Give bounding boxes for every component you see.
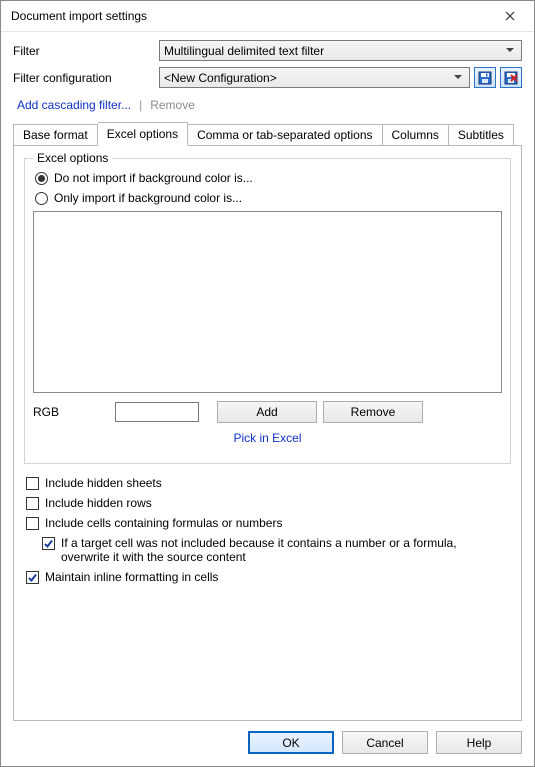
check-cells-formulas[interactable] <box>26 517 39 530</box>
check-hidden-rows-label: Include hidden rows <box>45 496 152 510</box>
save-config-button[interactable] <box>474 67 496 88</box>
pick-in-excel-link[interactable]: Pick in Excel <box>233 431 301 445</box>
filter-config-row: Filter configuration <New Configuration> <box>13 67 522 88</box>
close-button[interactable] <box>490 2 530 30</box>
radio-do-not-import-label: Do not import if background color is... <box>54 171 253 185</box>
excel-options-group: Excel options Do not import if backgroun… <box>24 158 511 464</box>
tab-page-excel-options: Excel options Do not import if backgroun… <box>13 146 522 721</box>
floppy-delete-icon <box>504 71 518 85</box>
chevron-down-icon <box>451 75 465 80</box>
filter-label: Filter <box>13 44 159 58</box>
check-hidden-rows-row[interactable]: Include hidden rows <box>26 496 511 510</box>
close-icon <box>505 11 515 21</box>
check-maintain-inline-row[interactable]: Maintain inline formatting in cells <box>26 570 511 584</box>
window-title: Document import settings <box>11 9 490 23</box>
check-cells-formulas-row[interactable]: Include cells containing formulas or num… <box>26 516 511 530</box>
floppy-save-icon <box>478 71 492 85</box>
tab-subtitles[interactable]: Subtitles <box>449 124 514 146</box>
dialog-footer: OK Cancel Help <box>1 721 534 766</box>
add-cascading-filter-link[interactable]: Add cascading filter... <box>17 98 131 112</box>
filter-config-select[interactable]: <New Configuration> <box>159 67 470 88</box>
radio-only-import-label: Only import if background color is... <box>54 191 242 205</box>
filter-config-label: Filter configuration <box>13 71 159 85</box>
check-hidden-sheets-row[interactable]: Include hidden sheets <box>26 476 511 490</box>
checkbox-block: Include hidden sheets Include hidden row… <box>24 474 511 590</box>
check-hidden-rows[interactable] <box>26 497 39 510</box>
help-button[interactable]: Help <box>436 731 522 754</box>
excel-options-group-title: Excel options <box>33 151 112 165</box>
check-maintain-inline[interactable] <box>26 571 39 584</box>
chevron-down-icon <box>503 48 517 53</box>
tab-excel-options[interactable]: Excel options <box>98 122 188 146</box>
radio-only-import-row[interactable]: Only import if background color is... <box>35 191 502 205</box>
check-hidden-sheets[interactable] <box>26 477 39 490</box>
rgb-input[interactable] <box>115 402 199 422</box>
tab-columns[interactable]: Columns <box>383 124 449 146</box>
filter-row: Filter Multilingual delimited text filte… <box>13 40 522 61</box>
tab-csv-options[interactable]: Comma or tab-separated options <box>188 124 382 146</box>
pick-in-excel-row: Pick in Excel <box>33 431 502 445</box>
radio-do-not-import-row[interactable]: Do not import if background color is... <box>35 171 502 185</box>
filter-select-value: Multilingual delimited text filter <box>164 44 503 58</box>
color-list[interactable] <box>33 211 502 393</box>
dialog-content: Filter Multilingual delimited text filte… <box>1 32 534 721</box>
filter-config-value: <New Configuration> <box>164 71 451 85</box>
dialog-window: Document import settings Filter Multilin… <box>0 0 535 767</box>
rgb-row: RGB Add Remove <box>33 401 502 423</box>
tab-strip: Base format Excel options Comma or tab-s… <box>13 122 522 146</box>
check-hidden-sheets-label: Include hidden sheets <box>45 476 162 490</box>
remove-filter-link: Remove <box>150 98 195 112</box>
check-overwrite-row[interactable]: If a target cell was not included becaus… <box>42 536 511 564</box>
rgb-label: RGB <box>33 405 109 419</box>
check-overwrite-label: If a target cell was not included becaus… <box>61 536 491 564</box>
delete-config-button[interactable] <box>500 67 522 88</box>
filter-links-row: Add cascading filter... | Remove <box>17 98 522 112</box>
radio-do-not-import[interactable] <box>35 172 48 185</box>
radio-only-import[interactable] <box>35 192 48 205</box>
check-maintain-inline-label: Maintain inline formatting in cells <box>45 570 218 584</box>
add-color-button[interactable]: Add <box>217 401 317 423</box>
link-separator: | <box>139 98 142 112</box>
check-overwrite[interactable] <box>42 537 55 550</box>
remove-color-button[interactable]: Remove <box>323 401 423 423</box>
check-cells-formulas-label: Include cells containing formulas or num… <box>45 516 282 530</box>
cancel-button[interactable]: Cancel <box>342 731 428 754</box>
title-bar: Document import settings <box>1 1 534 32</box>
tab-base-format[interactable]: Base format <box>13 124 98 146</box>
filter-select[interactable]: Multilingual delimited text filter <box>159 40 522 61</box>
ok-button[interactable]: OK <box>248 731 334 754</box>
